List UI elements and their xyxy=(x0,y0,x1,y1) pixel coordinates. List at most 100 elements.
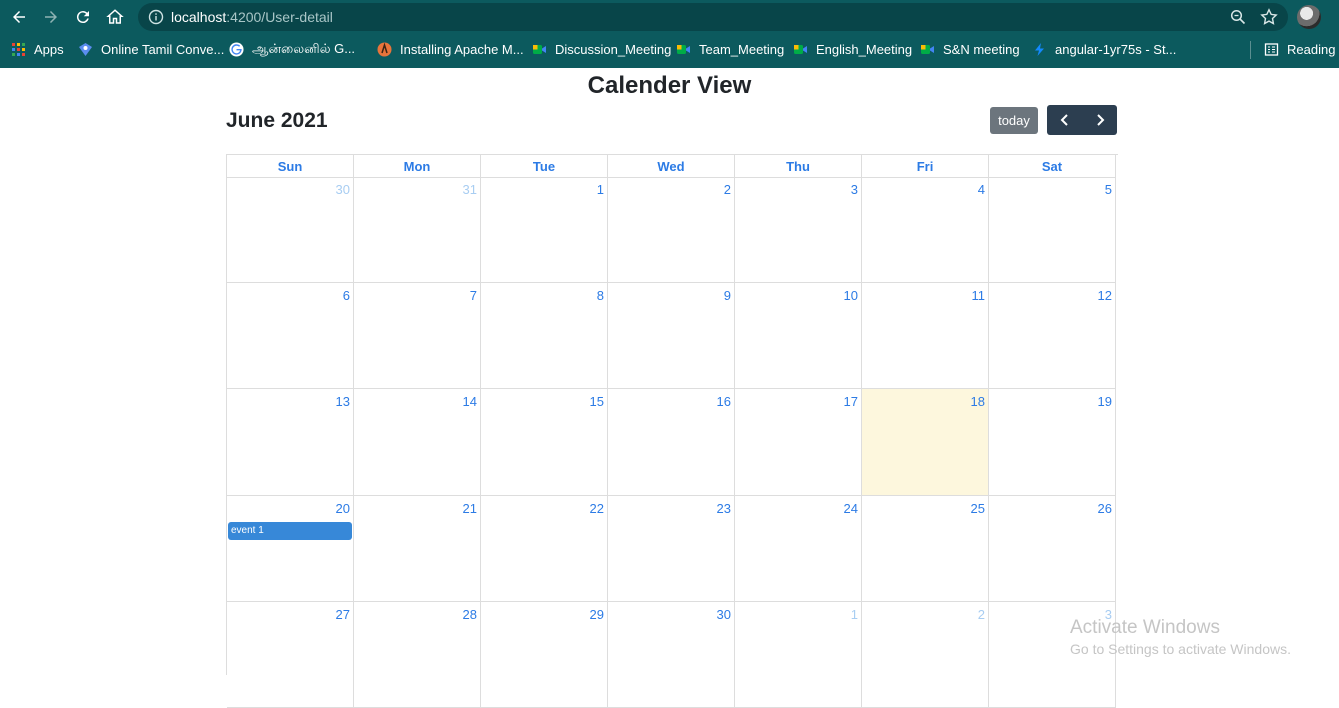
bookmark-label: Online Tamil Conve... xyxy=(101,41,225,57)
today-button[interactable]: today xyxy=(990,107,1038,134)
profile-avatar[interactable] xyxy=(1297,5,1321,29)
bookmark-discussion-meeting[interactable]: Discussion_Meeting xyxy=(532,34,671,64)
calendar-day-cell[interactable]: 14 xyxy=(354,389,481,496)
calendar-day-cell[interactable]: 7 xyxy=(354,283,481,389)
calendar-day-cell[interactable]: 3 xyxy=(735,177,862,283)
calendar-day-cell[interactable]: 1 xyxy=(481,177,608,283)
calendar-day-cell[interactable]: 15 xyxy=(481,389,608,496)
day-number-link[interactable]: 13 xyxy=(336,394,350,409)
calendar-day-cell[interactable]: 26 xyxy=(989,496,1116,602)
day-number-link[interactable]: 30 xyxy=(336,182,350,197)
calendar-day-cell[interactable]: 24 xyxy=(735,496,862,602)
day-number-link[interactable]: 21 xyxy=(463,501,477,516)
calendar-day-cell[interactable]: 20 event 1 xyxy=(227,496,354,602)
next-month-button[interactable] xyxy=(1082,105,1117,135)
day-number-link[interactable]: 12 xyxy=(1098,288,1112,303)
bookmark-team-meeting[interactable]: Team_Meeting xyxy=(676,34,784,64)
bookmark-reading-list[interactable]: Reading li xyxy=(1264,34,1339,64)
day-number-link[interactable]: 30 xyxy=(717,607,731,622)
calendar-day-cell[interactable]: 8 xyxy=(481,283,608,389)
google-meet-icon xyxy=(920,42,935,57)
bookmark-english-meeting[interactable]: English_Meeting xyxy=(793,34,912,64)
day-number-link[interactable]: 5 xyxy=(1105,182,1112,197)
calendar-day-cell[interactable]: 2 xyxy=(608,177,735,283)
back-arrow-icon[interactable] xyxy=(7,5,31,29)
calendar-day-cell[interactable]: 22 xyxy=(481,496,608,602)
calendar-day-cell[interactable]: 19 xyxy=(989,389,1116,496)
day-number-link[interactable]: 8 xyxy=(597,288,604,303)
calendar-day-cell[interactable]: 13 xyxy=(227,389,354,496)
calendar-day-cell-today[interactable]: 18 xyxy=(862,389,989,496)
calendar-week-row: 27 28 29 30 1 2 3 xyxy=(227,602,1118,708)
day-number-link[interactable]: 25 xyxy=(971,501,985,516)
calendar-day-cell[interactable]: 5 xyxy=(989,177,1116,283)
home-icon[interactable] xyxy=(103,5,127,29)
bookmark-installing-apache[interactable]: Installing Apache M... xyxy=(377,34,524,64)
bookmark-star-icon[interactable] xyxy=(1260,8,1278,26)
google-meet-icon xyxy=(532,42,547,57)
prev-month-button[interactable] xyxy=(1047,105,1082,135)
url-text[interactable]: localhost:4200/User-detail xyxy=(171,9,333,25)
bookmark-google-tamil[interactable]: ஆன்லைனில் G... xyxy=(229,34,355,64)
calendar-day-cell[interactable]: 1 xyxy=(735,602,862,708)
calendar-day-cell[interactable]: 30 xyxy=(608,602,735,708)
day-number-link[interactable]: 24 xyxy=(844,501,858,516)
day-number-link[interactable]: 14 xyxy=(463,394,477,409)
calendar-day-cell[interactable]: 11 xyxy=(862,283,989,389)
bookmark-online-tamil[interactable]: Online Tamil Conve... xyxy=(78,34,224,64)
calendar-day-cell[interactable]: 17 xyxy=(735,389,862,496)
zoom-icon[interactable] xyxy=(1230,9,1246,25)
calendar-day-cell[interactable]: 23 xyxy=(608,496,735,602)
day-number-link[interactable]: 15 xyxy=(590,394,604,409)
calendar-day-cell[interactable]: 25 xyxy=(862,496,989,602)
forward-arrow-icon[interactable] xyxy=(39,5,63,29)
calendar-day-cell[interactable]: 21 xyxy=(354,496,481,602)
calendar-day-cell[interactable]: 2 xyxy=(862,602,989,708)
day-number-link[interactable]: 11 xyxy=(972,288,986,303)
bookmark-angular-stackblitz[interactable]: angular-1yr75s - St... xyxy=(1032,34,1176,64)
day-number-link[interactable]: 20 xyxy=(336,501,350,516)
bookmark-apps[interactable]: Apps xyxy=(11,34,64,64)
day-number-link[interactable]: 6 xyxy=(343,288,350,303)
day-number-link[interactable]: 23 xyxy=(717,501,731,516)
calendar-day-cell[interactable]: 16 xyxy=(608,389,735,496)
address-bar[interactable]: localhost:4200/User-detail xyxy=(138,3,1288,31)
bookmark-label: Team_Meeting xyxy=(699,41,785,57)
day-number-link[interactable]: 2 xyxy=(724,182,731,197)
day-number-link[interactable]: 26 xyxy=(1098,501,1112,516)
calendar-day-cell[interactable]: 29 xyxy=(481,602,608,708)
day-number-link[interactable]: 17 xyxy=(844,394,858,409)
calendar-day-cell[interactable]: 27 xyxy=(227,602,354,708)
day-number-link[interactable]: 10 xyxy=(844,288,858,303)
day-number-link[interactable]: 31 xyxy=(463,182,477,197)
day-number-link[interactable]: 28 xyxy=(463,607,477,622)
bookmark-sn-meeting[interactable]: S&N meeting xyxy=(920,34,1020,64)
calendar-day-cell[interactable]: 31 xyxy=(354,177,481,283)
day-number-link[interactable]: 1 xyxy=(851,607,858,622)
calendar-event[interactable]: event 1 xyxy=(228,522,352,540)
day-number-link[interactable]: 22 xyxy=(590,501,604,516)
reload-icon[interactable] xyxy=(71,5,95,29)
url-path: :4200/User-detail xyxy=(226,9,333,25)
day-number-link[interactable]: 9 xyxy=(724,288,731,303)
day-number-link[interactable]: 7 xyxy=(470,288,477,303)
day-number-link[interactable]: 27 xyxy=(336,607,350,622)
calendar-day-cell[interactable]: 4 xyxy=(862,177,989,283)
weekday-header: Tue xyxy=(481,155,608,178)
calendar-day-cell[interactable]: 6 xyxy=(227,283,354,389)
day-number-link[interactable]: 4 xyxy=(978,182,985,197)
site-info-icon[interactable] xyxy=(148,9,164,25)
day-number-link[interactable]: 16 xyxy=(717,394,731,409)
calendar-day-cell[interactable]: 28 xyxy=(354,602,481,708)
calendar-day-cell[interactable]: 12 xyxy=(989,283,1116,389)
day-number-link[interactable]: 29 xyxy=(590,607,604,622)
bookmark-label: English_Meeting xyxy=(816,41,913,57)
day-number-link[interactable]: 19 xyxy=(1098,394,1112,409)
day-number-link[interactable]: 1 xyxy=(597,182,604,197)
day-number-link[interactable]: 2 xyxy=(978,607,985,622)
calendar-day-cell[interactable]: 9 xyxy=(608,283,735,389)
day-number-link[interactable]: 18 xyxy=(971,394,985,409)
day-number-link[interactable]: 3 xyxy=(851,182,858,197)
calendar-day-cell[interactable]: 10 xyxy=(735,283,862,389)
calendar-day-cell[interactable]: 30 xyxy=(227,177,354,283)
